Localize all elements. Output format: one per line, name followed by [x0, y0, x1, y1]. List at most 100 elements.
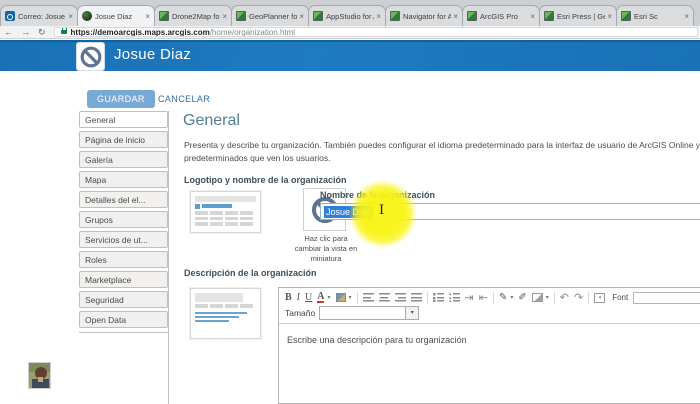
browser-tab[interactable]: Drone2Map fo ×: [154, 5, 232, 26]
tab-favicon-icon: [5, 11, 15, 21]
sidebar-item[interactable]: Galería: [79, 151, 168, 168]
align-center-icon[interactable]: [378, 293, 390, 302]
tab-close-icon[interactable]: ×: [66, 12, 73, 21]
refresh-icon[interactable]: ↻: [34, 26, 50, 38]
ordered-list-icon[interactable]: [432, 293, 444, 302]
sidebar-item[interactable]: Mapa: [79, 171, 168, 188]
browser-tab[interactable]: ArcGIS Pro ×: [462, 5, 540, 26]
underline-icon[interactable]: U: [305, 292, 312, 303]
tab-favicon-icon: [621, 11, 631, 21]
tab-close-icon[interactable]: ×: [605, 12, 612, 21]
font-color-icon[interactable]: A: [317, 292, 325, 303]
thumbnail-caption: Haz clic para cambiar la vista en miniat…: [294, 234, 358, 264]
tab-favicon-icon: [467, 11, 477, 21]
tab-title: Correo: Josue D: [18, 11, 66, 21]
webcam-avatar: [28, 362, 51, 389]
url-host: https://demoarcgis.maps.arcgis.com: [70, 27, 210, 37]
browser-tab[interactable]: GeoPlanner fo ×: [231, 5, 309, 26]
highlight-color-icon[interactable]: [335, 293, 346, 302]
org-name-input[interactable]: Josue Diaz: [320, 203, 700, 220]
tab-favicon-icon: [236, 11, 246, 21]
banner-preview-thumbnail[interactable]: [190, 191, 261, 233]
preview-title-block: [202, 204, 232, 208]
settings-sidebar: General Página de inicio Galería Mapa De…: [79, 111, 168, 333]
sidebar-item[interactable]: Seguridad: [79, 291, 168, 308]
tab-close-icon[interactable]: ×: [374, 12, 381, 21]
save-button[interactable]: GUARDAR: [87, 90, 155, 108]
sidebar-item[interactable]: Página de inicio: [79, 131, 168, 148]
description-textarea[interactable]: Escribe una descripción para tu organiza…: [279, 323, 700, 400]
url-path: /home/organization.html: [209, 27, 296, 37]
org-name-label: Nombre de la organización: [320, 190, 436, 200]
tab-close-icon[interactable]: ×: [297, 12, 304, 21]
tab-title: Navigator for A: [403, 11, 452, 21]
browser-tab[interactable]: Esri Sc ×: [616, 5, 694, 26]
indent-icon[interactable]: ⇥: [465, 292, 474, 303]
size-input[interactable]: [319, 306, 406, 320]
browser-tab[interactable]: AppStudio for A ×: [308, 5, 386, 26]
forward-icon[interactable]: →: [17, 26, 34, 38]
tab-close-icon[interactable]: ×: [528, 12, 535, 21]
org-name-title: Josue Diaz: [114, 46, 192, 63]
redo-icon[interactable]: ↷: [574, 292, 583, 303]
unordered-list-icon[interactable]: [448, 293, 460, 302]
tab-favicon-icon: [159, 11, 169, 21]
highlight-caret-icon[interactable]: ▾: [349, 294, 352, 301]
create-link-icon[interactable]: ✎: [499, 292, 507, 303]
sidebar-item[interactable]: Open Data: [79, 311, 168, 328]
insert-image-icon[interactable]: [531, 293, 543, 302]
description-preview-thumbnail[interactable]: [190, 288, 261, 339]
font-color-caret-icon[interactable]: ▾: [327, 294, 330, 301]
tab-close-icon[interactable]: ×: [451, 12, 458, 21]
preview-logo-block: [195, 204, 200, 209]
browser-tabstrip: Correo: Josue D × Josue Diaz × Drone2Map…: [0, 0, 700, 26]
description-placeholder: Escribe una descripción para tu organiza…: [287, 335, 467, 345]
browser-tab[interactable]: Correo: Josue D ×: [0, 5, 78, 26]
org-banner: Josue Diaz: [0, 40, 700, 71]
size-dropdown-icon[interactable]: ▾: [405, 306, 420, 320]
tab-favicon-icon: [313, 11, 323, 21]
tab-close-icon[interactable]: ×: [143, 12, 150, 21]
browser-window: Correo: Josue D × Josue Diaz × Drone2Map…: [0, 0, 700, 404]
sidebar-item[interactable]: Servicios de ut...: [79, 231, 168, 248]
size-label: Tamaño: [285, 308, 316, 318]
outdent-icon[interactable]: ⇤: [479, 292, 488, 303]
align-left-icon[interactable]: [362, 293, 374, 302]
font-input[interactable]: [633, 291, 700, 304]
tab-title: Drone2Map fo: [172, 11, 220, 21]
prohibition-icon: [80, 46, 101, 67]
tab-close-icon[interactable]: ×: [682, 12, 689, 21]
sidebar-item[interactable]: Marketplace: [79, 271, 168, 288]
tab-close-icon[interactable]: ×: [220, 12, 227, 21]
browser-tab[interactable]: Esri Press | Get ×: [539, 5, 617, 26]
browser-tab[interactable]: Navigator for A ×: [385, 5, 463, 26]
align-right-icon[interactable]: [394, 293, 406, 302]
back-icon[interactable]: ←: [0, 26, 17, 38]
browser-tab[interactable]: Josue Diaz ×: [77, 5, 155, 26]
undo-icon[interactable]: ↶: [560, 292, 569, 303]
sidebar-item[interactable]: Detalles del el...: [79, 191, 168, 208]
org-logo: [76, 42, 105, 71]
preview-bar: [195, 196, 256, 202]
tab-title: Esri Sc: [634, 11, 658, 21]
selected-text: Josue Diaz: [324, 206, 373, 218]
sidebar-item[interactable]: General: [79, 111, 168, 128]
size-combobox[interactable]: ▾: [319, 306, 420, 320]
link-caret-icon[interactable]: ▾: [510, 294, 513, 301]
sidebar-item[interactable]: Grupos: [79, 211, 168, 228]
browser-toolbar: ← → ↻ https://demoarcgis.maps.arcgis.com…: [0, 26, 700, 39]
align-justify-icon[interactable]: [410, 293, 422, 302]
editor-size-row: Tamaño ▾: [279, 305, 700, 323]
sidebar-item[interactable]: Roles: [79, 251, 168, 268]
cancel-button[interactable]: CANCELAR: [158, 94, 210, 104]
view-source-icon[interactable]: ‹›: [594, 292, 606, 303]
tab-favicon-icon: [544, 11, 554, 21]
tab-title: GeoPlanner fo: [249, 11, 298, 21]
italic-icon[interactable]: I: [297, 292, 300, 303]
image-caret-icon[interactable]: ▾: [546, 294, 549, 301]
bold-icon[interactable]: B: [285, 292, 292, 303]
unlink-icon[interactable]: ✐: [518, 292, 526, 303]
tab-title: Esri Press | Get: [557, 11, 606, 21]
editor-toolbar: B I U A ▾ ▾ ⇥ ⇤ ✎ ▾ ✐ ▾ ↶ ↷ ‹› Font: [279, 288, 700, 305]
address-bar[interactable]: https://demoarcgis.maps.arcgis.com /home…: [53, 27, 698, 37]
